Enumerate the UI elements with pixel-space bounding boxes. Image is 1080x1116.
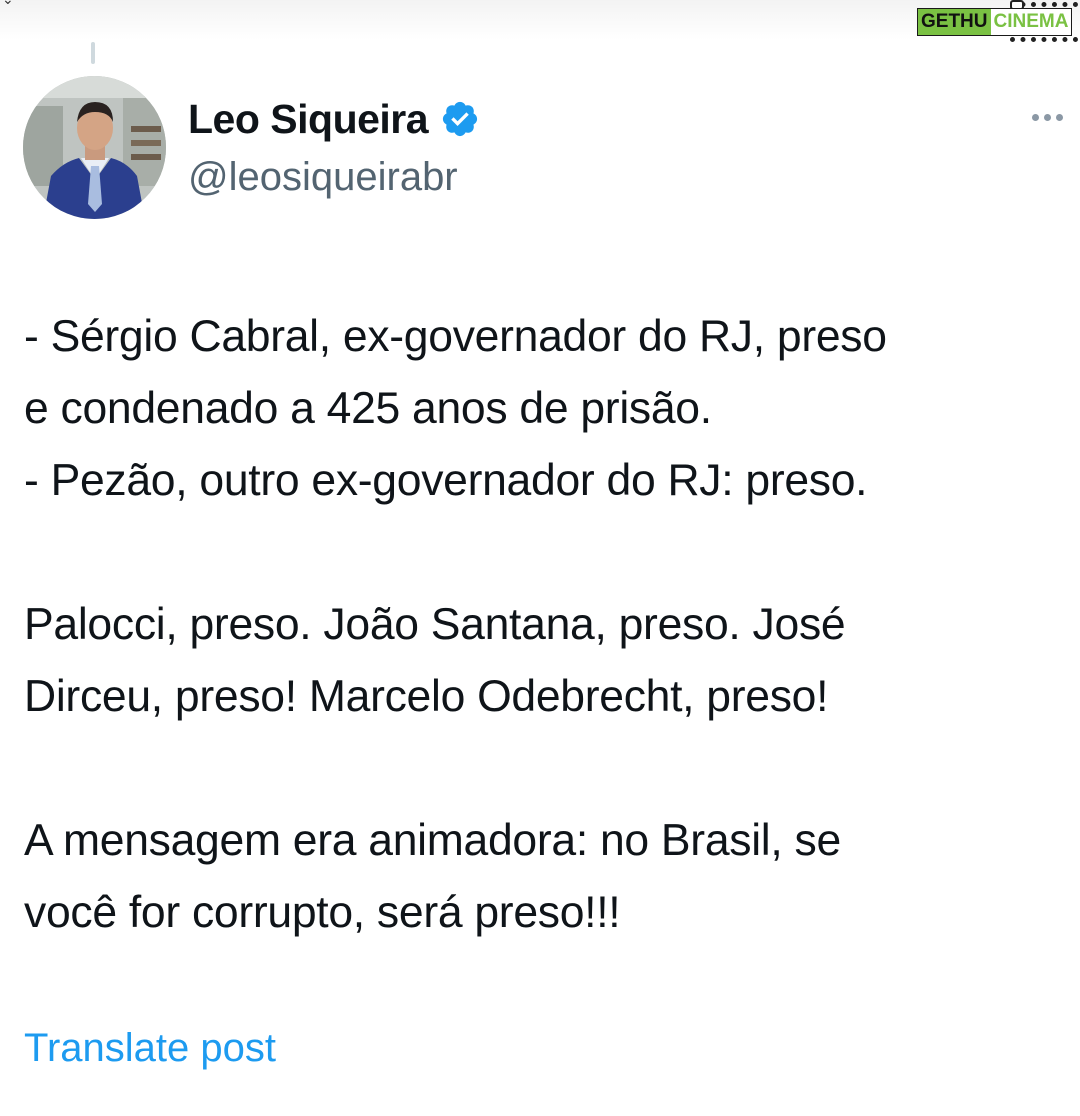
post-text: - Sérgio Cabral, ex-governador do RJ, pr…	[24, 301, 1076, 949]
ellipsis-dot	[1043, 113, 1051, 121]
post-line: A mensagem era animadora: no Brasil, se	[24, 816, 841, 865]
thread-connector-line	[91, 42, 95, 64]
ellipsis-dot	[1055, 113, 1063, 121]
post-line: Palocci, preso. João Santana, preso. Jos…	[24, 600, 846, 649]
more-options-button[interactable]	[1025, 104, 1069, 130]
watermark-text-part1: GETHU	[918, 9, 991, 35]
post-line: e condenado a 425 anos de prisão.	[24, 384, 712, 433]
watermark-text-part2: CINEMA	[990, 9, 1072, 35]
chevron-down-icon: ⌄	[2, 0, 16, 6]
post-line: você for corrupto, será preso!!!	[24, 888, 621, 937]
post-line: Dirceu, preso! Marcelo Odebrecht, preso!	[24, 672, 829, 721]
author-handle[interactable]: @leosiqueirabr	[188, 152, 458, 202]
ellipsis-dot	[1031, 113, 1039, 121]
profile-photo-icon	[23, 76, 166, 219]
translate-post-link[interactable]: Translate post	[24, 1022, 276, 1074]
post-line: - Pezão, outro ex-governador do RJ: pres…	[24, 456, 868, 505]
verified-badge-icon	[440, 99, 480, 139]
avatar[interactable]	[23, 76, 166, 219]
post-line: - Sérgio Cabral, ex-governador do RJ, pr…	[24, 312, 887, 361]
display-name[interactable]: Leo Siqueira	[188, 94, 429, 144]
watermark-logo: GETHU CINEMA	[917, 8, 1073, 36]
author-name-row[interactable]: Leo Siqueira	[188, 94, 480, 144]
post-line-blank	[24, 517, 1076, 589]
post-line-blank	[24, 733, 1076, 805]
